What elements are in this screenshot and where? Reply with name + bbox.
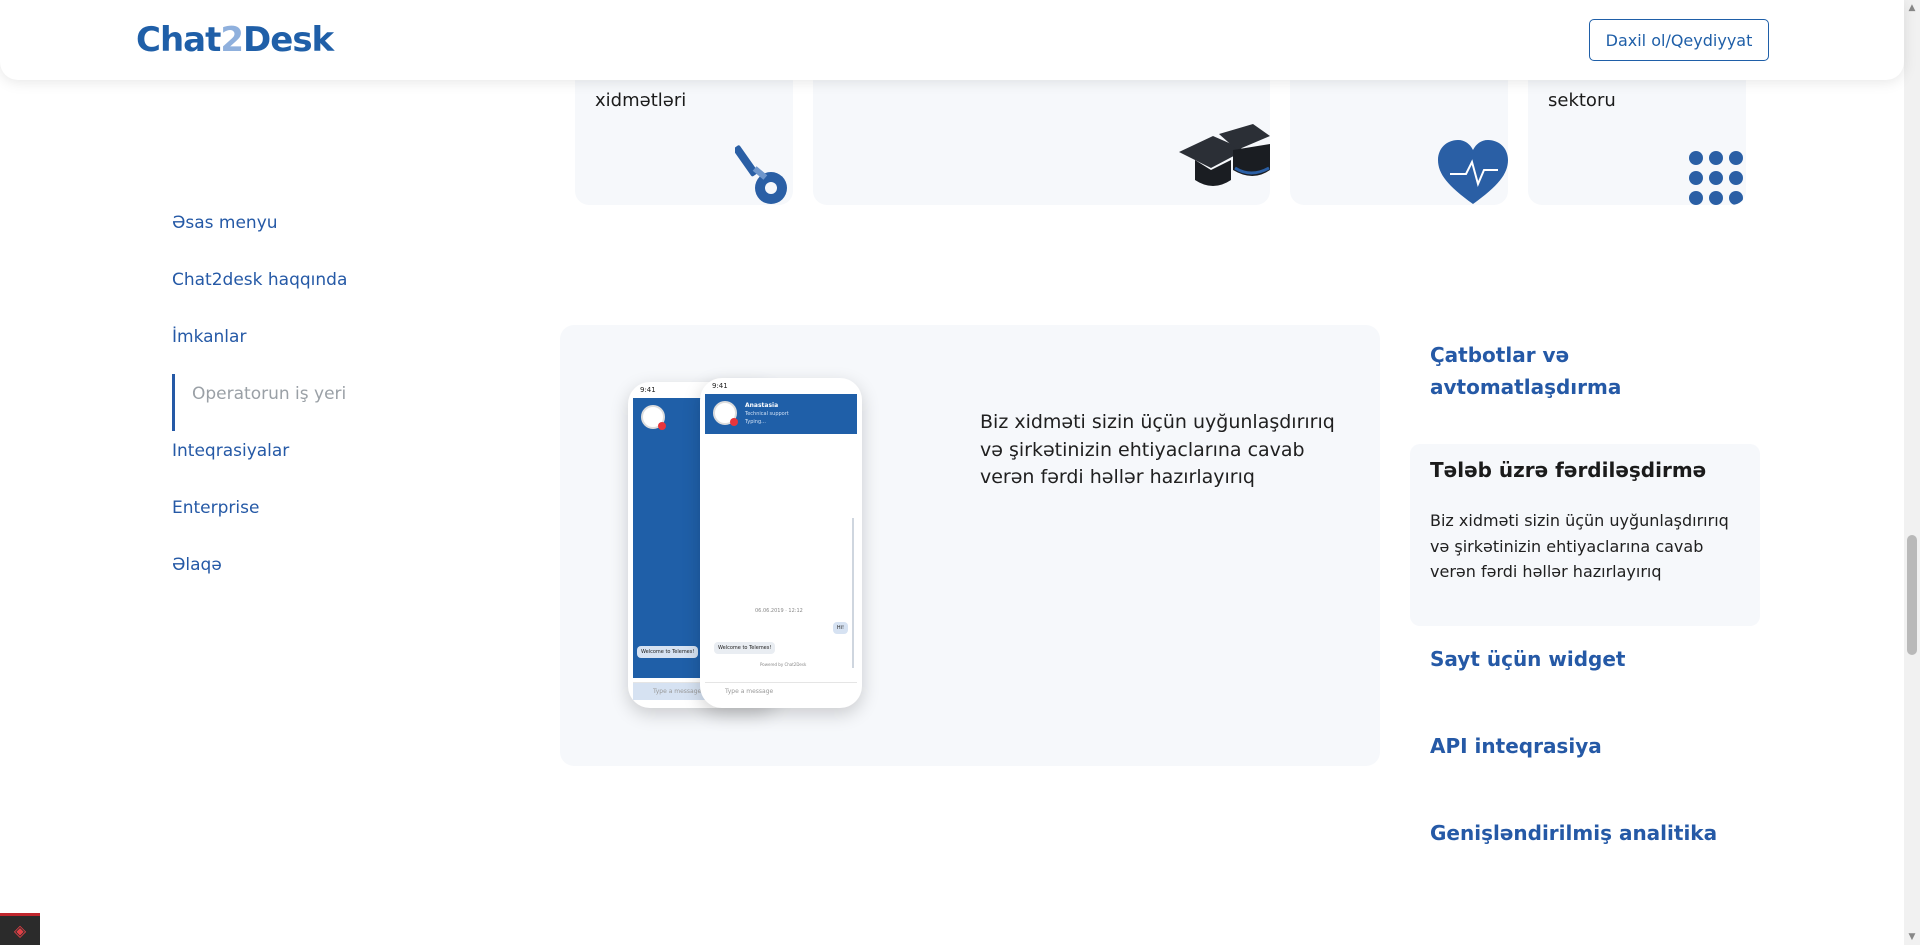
- typing-indicator: Typing...: [745, 419, 766, 425]
- scroll-down-arrow-icon[interactable]: ▼: [1907, 932, 1917, 942]
- contact-role: Technical support: [745, 411, 789, 417]
- sidenav-item-contact[interactable]: Əlaqə: [172, 545, 347, 602]
- accordion-item-customization[interactable]: Tələb üzrə fərdiləşdirmə Biz xidməti siz…: [1410, 444, 1760, 626]
- feature-panel: 9:41 Welcome to Telemes! Type a message …: [560, 325, 1380, 766]
- login-register-button[interactable]: Daxil ol/Qeydiyyat: [1589, 19, 1769, 61]
- page-scrollbar[interactable]: ▲ ▼: [1904, 0, 1920, 945]
- accordion-item-widget[interactable]: Sayt üçün widget: [1430, 643, 1625, 675]
- scrollbar-thumb[interactable]: [1907, 535, 1917, 655]
- accordion-item-chatbots[interactable]: Çatbotlar və avtomatlaşdırma: [1430, 339, 1730, 403]
- accordion-active-description: Biz xidməti sizin üçün uyğunlaşdırırıq v…: [1430, 511, 1729, 582]
- sidenav-item-integrations[interactable]: Inteqrasiyalar: [172, 431, 347, 488]
- graduation-cap-icon: [1179, 124, 1270, 186]
- avatar: [713, 401, 738, 426]
- sidenav-item-main-menu[interactable]: Əsas menyu: [172, 203, 347, 260]
- avatar: [641, 405, 666, 430]
- contact-name: Anastasia: [745, 402, 779, 409]
- category-card-label: xidmətləri: [595, 90, 687, 111]
- message-input: Type a message: [705, 682, 857, 700]
- chat-date: 06.06.2019 · 12:12: [755, 608, 803, 614]
- side-navigation: Əsas menyu Chat2desk haqqında İmkanlar O…: [172, 203, 347, 602]
- message-bubble-welcome: Welcome to Telemes!: [637, 646, 699, 658]
- brand-logo[interactable]: Chat2Desk: [136, 20, 334, 60]
- powered-by-label: Powered by Chat2Desk: [760, 662, 807, 667]
- scroll-up-arrow-icon[interactable]: ▲: [1907, 3, 1917, 13]
- sidenav-item-features[interactable]: İmkanlar: [172, 317, 347, 374]
- accordion-active-title: Tələb üzrə fərdiləşdirmə: [1430, 458, 1707, 482]
- message-bubble-hi: Hi!: [832, 622, 848, 634]
- sidenav-item-about[interactable]: Chat2desk haqqında: [172, 260, 347, 317]
- phone-mockup-front: 9:41 Anastasia Technical support Typing.…: [700, 378, 862, 708]
- laravel-debug-icon[interactable]: ◈: [0, 913, 40, 945]
- dot-grid-icon: [1689, 151, 1743, 205]
- site-header: Chat2Desk Daxil ol/Qeydiyyat: [0, 0, 1904, 80]
- sidenav-item-operator-workspace[interactable]: Operatorun iş yeri: [172, 374, 347, 431]
- chat-header: Anastasia Technical support Typing...: [705, 394, 857, 434]
- phone-time: 9:41: [712, 382, 728, 390]
- accordion-item-analytics[interactable]: Genişləndirilmiş analitika: [1430, 817, 1717, 849]
- key-icon: [735, 145, 787, 204]
- feature-description: Biz xidməti sizin üçün uyğunlaşdırırıq v…: [980, 411, 1335, 489]
- heart-pulse-icon: [1438, 140, 1508, 204]
- message-bubble-welcome: Welcome to Telemes!: [714, 642, 776, 654]
- category-card-label: sektoru: [1548, 90, 1616, 111]
- sidenav-item-enterprise[interactable]: Enterprise: [172, 488, 347, 545]
- accordion-item-api[interactable]: API inteqrasiya: [1430, 730, 1602, 762]
- chat-scrollbar: [852, 518, 854, 668]
